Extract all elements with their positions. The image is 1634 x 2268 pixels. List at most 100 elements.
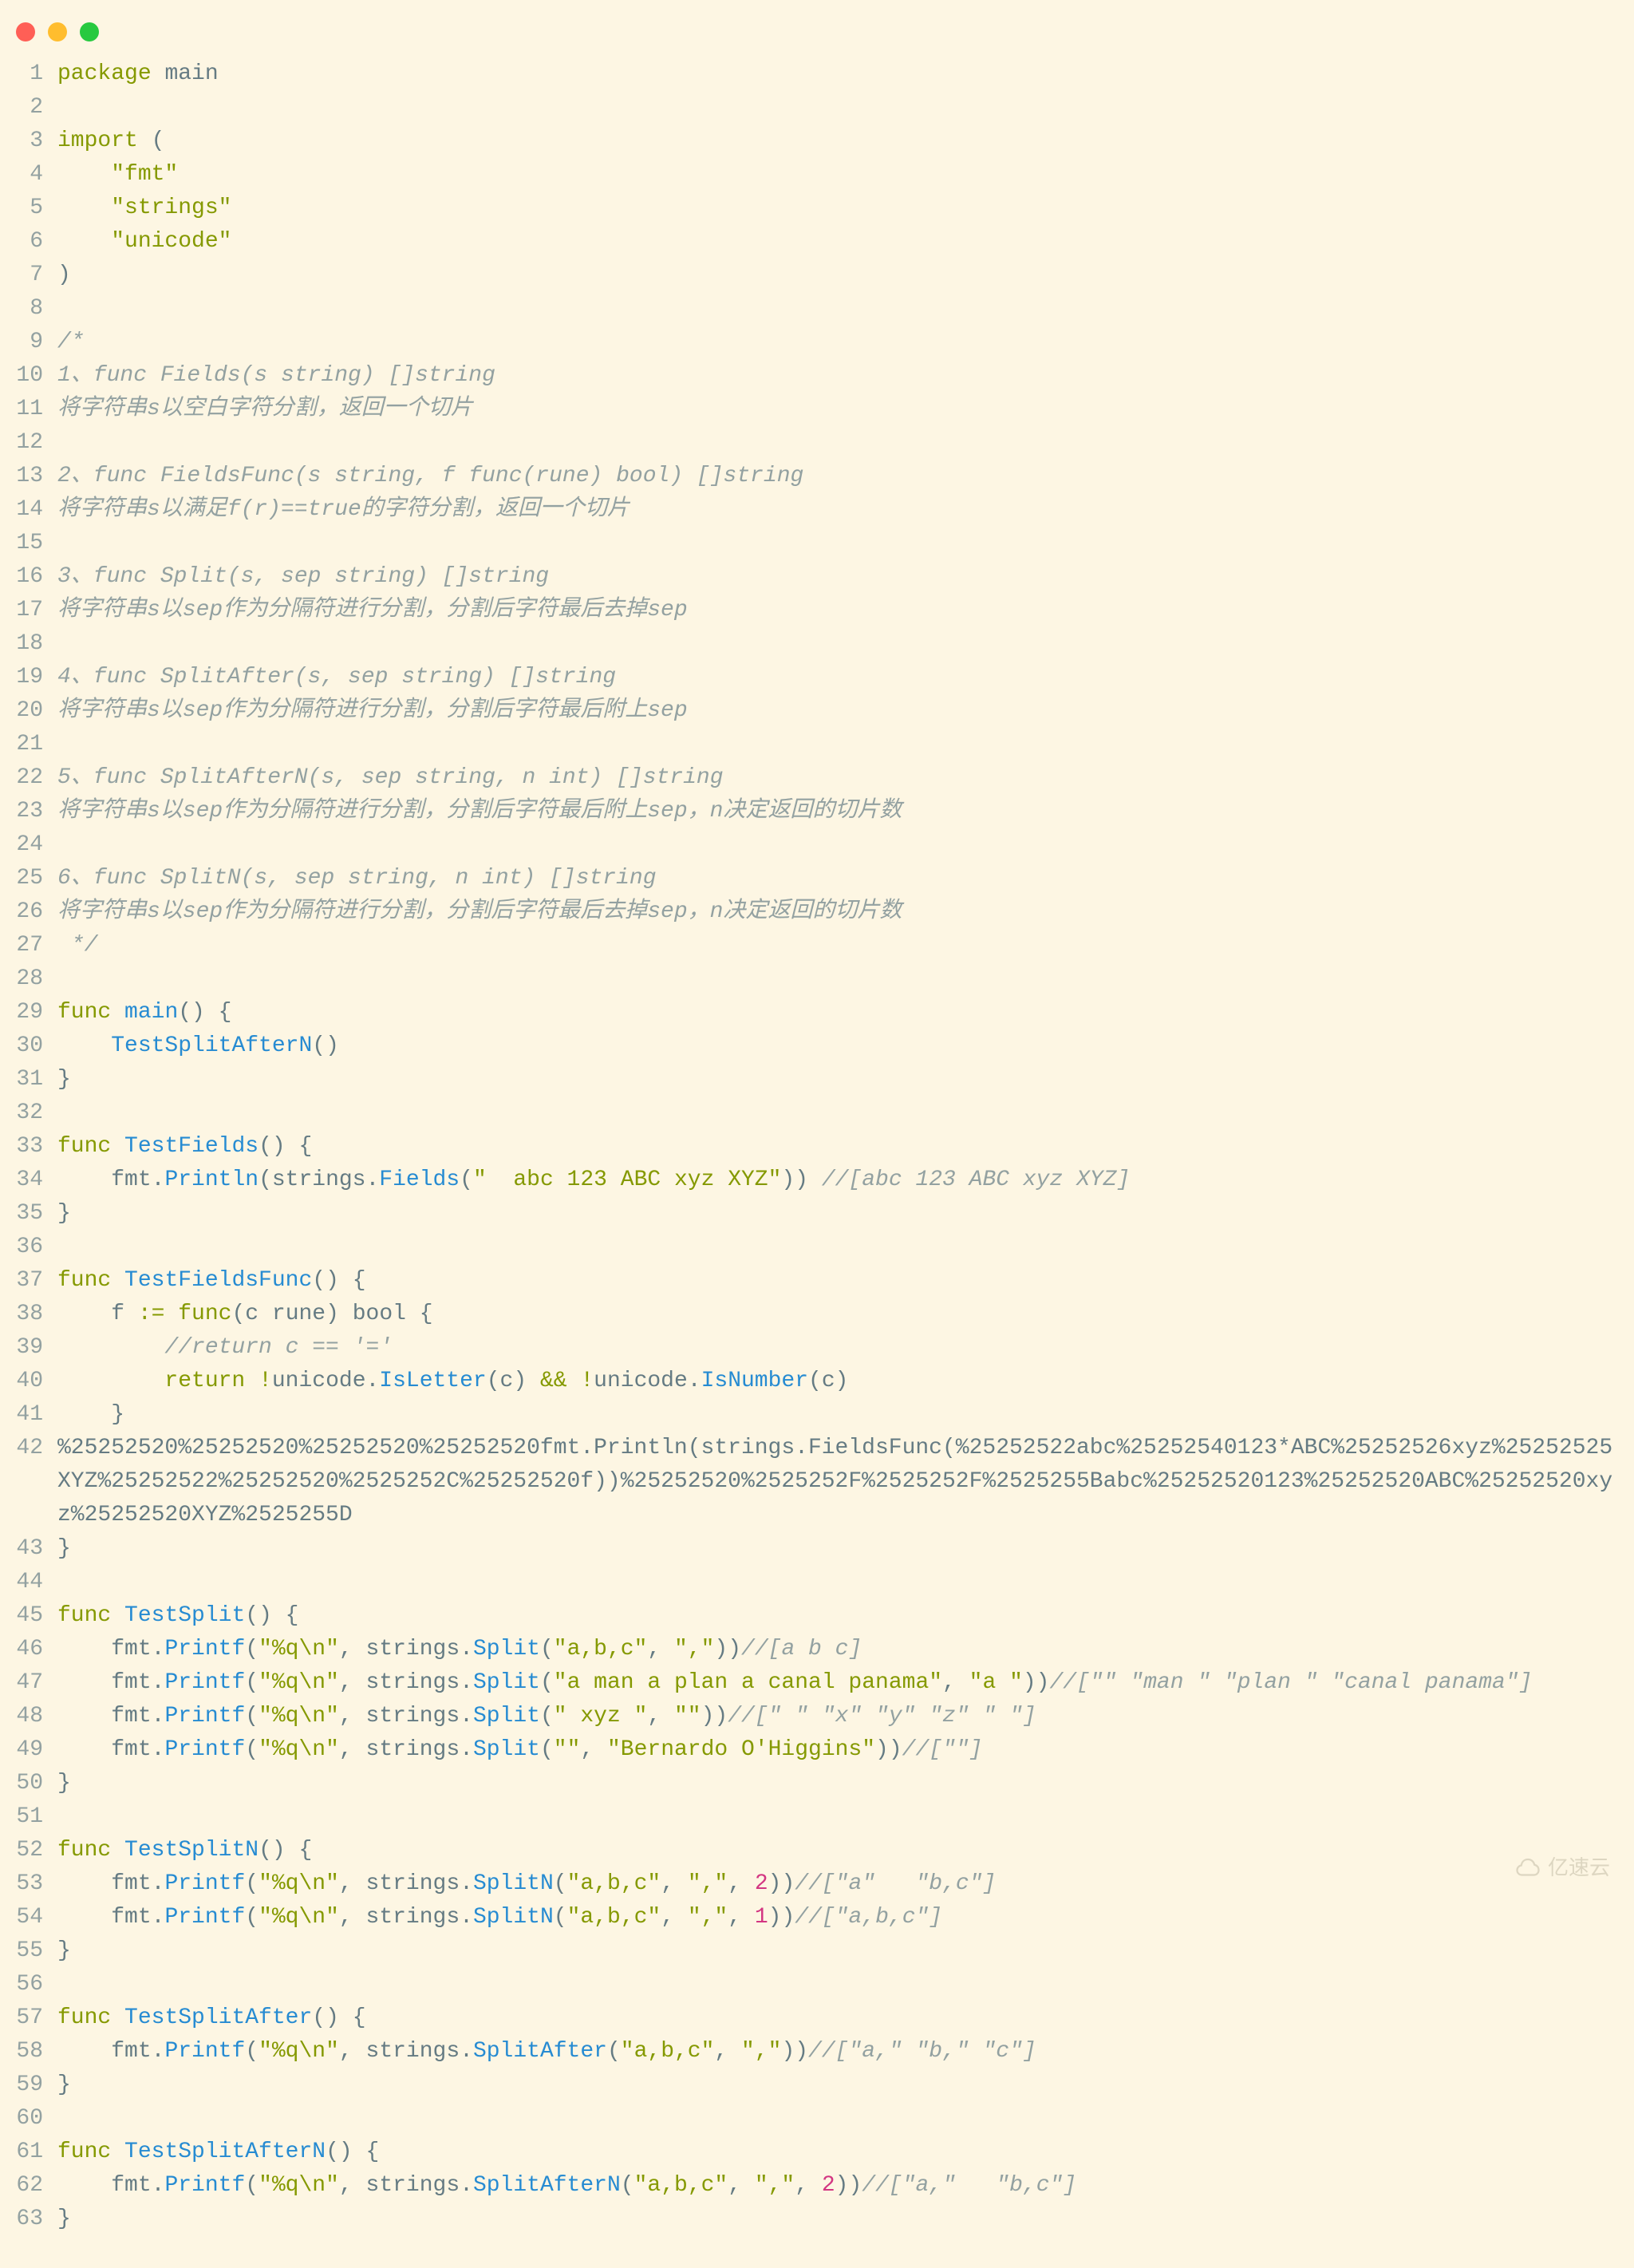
- code-line[interactable]: 54 fmt.Printf("%q\n", strings.SplitN("a,…: [8, 1901, 1634, 1934]
- code-line[interactable]: 58 fmt.Printf("%q\n", strings.SplitAfter…: [8, 2035, 1634, 2068]
- code-line[interactable]: 62 fmt.Printf("%q\n", strings.SplitAfter…: [8, 2169, 1634, 2203]
- code-line[interactable]: 35}: [8, 1197, 1634, 1231]
- code-content[interactable]: //return c == '=': [57, 1331, 1634, 1365]
- code-content[interactable]: fmt.Println(strings.Fields(" abc 123 ABC…: [57, 1164, 1634, 1197]
- code-line[interactable]: 26将字符串s以sep作为分隔符进行分割，分割后字符最后去掉sep，n决定返回的…: [8, 895, 1634, 929]
- code-line[interactable]: 30 TestSplitAfterN(): [8, 1029, 1634, 1063]
- close-icon[interactable]: [16, 22, 35, 41]
- code-content[interactable]: f := func(c rune) bool {: [57, 1298, 1634, 1331]
- code-editor[interactable]: 1package main23import (4 "fmt"5 "strings…: [0, 57, 1634, 2236]
- code-content[interactable]: /*: [57, 326, 1634, 359]
- code-line[interactable]: 53 fmt.Printf("%q\n", strings.SplitN("a,…: [8, 1867, 1634, 1901]
- code-line[interactable]: 52func TestSplitN() {: [8, 1834, 1634, 1867]
- code-line[interactable]: 12: [8, 426, 1634, 460]
- code-line[interactable]: 5 "strings": [8, 192, 1634, 225]
- code-line[interactable]: 3import (: [8, 124, 1634, 158]
- code-content[interactable]: fmt.Printf("%q\n", strings.SplitAfter("a…: [57, 2035, 1634, 2068]
- code-line[interactable]: 60: [8, 2102, 1634, 2136]
- code-content[interactable]: 将字符串s以sep作为分隔符进行分割，分割后字符最后去掉sep，n决定返回的切片…: [57, 895, 1634, 929]
- code-content[interactable]: 将字符串s以sep作为分隔符进行分割，分割后字符最后附上sep: [57, 694, 1634, 728]
- code-line[interactable]: 47 fmt.Printf("%q\n", strings.Split("a m…: [8, 1666, 1634, 1700]
- code-line[interactable]: 18: [8, 627, 1634, 661]
- code-line[interactable]: 1package main: [8, 57, 1634, 91]
- code-line[interactable]: 4 "fmt": [8, 158, 1634, 192]
- code-line[interactable]: 11将字符串s以空白字符分割，返回一个切片: [8, 393, 1634, 426]
- code-line[interactable]: 24: [8, 828, 1634, 862]
- code-content[interactable]: fmt.Printf("%q\n", strings.Split(" xyz "…: [57, 1700, 1634, 1733]
- code-line[interactable]: 28: [8, 962, 1634, 996]
- code-content[interactable]: ): [57, 259, 1634, 292]
- code-line[interactable]: 27 */: [8, 929, 1634, 962]
- code-content[interactable]: import (: [57, 124, 1634, 158]
- code-content[interactable]: 将字符串s以满足f(r)==true的字符分割，返回一个切片: [57, 493, 1634, 527]
- code-line[interactable]: 36: [8, 1231, 1634, 1264]
- code-content[interactable]: fmt.Printf("%q\n", strings.Split("a man …: [57, 1666, 1634, 1700]
- code-content[interactable]: }: [57, 1934, 1634, 1968]
- code-content[interactable]: "fmt": [57, 158, 1634, 192]
- code-content[interactable]: func main() {: [57, 996, 1634, 1029]
- code-line[interactable]: 45func TestSplit() {: [8, 1599, 1634, 1633]
- code-line[interactable]: 51: [8, 1800, 1634, 1834]
- code-content[interactable]: 4、func SplitAfter(s, sep string) []strin…: [57, 661, 1634, 694]
- code-content[interactable]: fmt.Printf("%q\n", strings.SplitN("a,b,c…: [57, 1901, 1634, 1934]
- code-line[interactable]: 31}: [8, 1063, 1634, 1096]
- code-content[interactable]: }: [57, 2203, 1634, 2236]
- code-content[interactable]: "strings": [57, 192, 1634, 225]
- code-line[interactable]: 55}: [8, 1934, 1634, 1968]
- code-line[interactable]: 44: [8, 1566, 1634, 1599]
- code-line[interactable]: 50}: [8, 1767, 1634, 1800]
- code-content[interactable]: fmt.Printf("%q\n", strings.SplitN("a,b,c…: [57, 1867, 1634, 1901]
- code-content[interactable]: }: [57, 1197, 1634, 1231]
- code-line[interactable]: 41 }: [8, 1398, 1634, 1432]
- code-line[interactable]: 49 fmt.Printf("%q\n", strings.Split("", …: [8, 1733, 1634, 1767]
- code-line[interactable]: 61func TestSplitAfterN() {: [8, 2136, 1634, 2169]
- code-content[interactable]: func TestSplit() {: [57, 1599, 1634, 1633]
- code-content[interactable]: 将字符串s以sep作为分隔符进行分割，分割后字符最后去掉sep: [57, 594, 1634, 627]
- code-content[interactable]: 将字符串s以sep作为分隔符进行分割，分割后字符最后附上sep，n决定返回的切片…: [57, 795, 1634, 828]
- code-line[interactable]: 7): [8, 259, 1634, 292]
- code-content[interactable]: fmt.Printf("%q\n", strings.Split("", "Be…: [57, 1733, 1634, 1767]
- code-content[interactable]: %25252520%25252520%25252520%25252520fmt.…: [57, 1432, 1634, 1532]
- code-line[interactable]: 132、func FieldsFunc(s string, f func(run…: [8, 460, 1634, 493]
- code-line[interactable]: 46 fmt.Printf("%q\n", strings.Split("a,b…: [8, 1633, 1634, 1666]
- code-line[interactable]: 37func TestFieldsFunc() {: [8, 1264, 1634, 1298]
- code-line[interactable]: 38 f := func(c rune) bool {: [8, 1298, 1634, 1331]
- code-content[interactable]: func TestSplitAfterN() {: [57, 2136, 1634, 2169]
- code-line[interactable]: 8: [8, 292, 1634, 326]
- code-line[interactable]: 63}: [8, 2203, 1634, 2236]
- code-line[interactable]: 9/*: [8, 326, 1634, 359]
- code-line[interactable]: 42%25252520%25252520%25252520%25252520fm…: [8, 1432, 1634, 1532]
- code-line[interactable]: 43}: [8, 1532, 1634, 1566]
- minimize-icon[interactable]: [48, 22, 67, 41]
- code-line[interactable]: 29func main() {: [8, 996, 1634, 1029]
- code-content[interactable]: }: [57, 2068, 1634, 2102]
- code-line[interactable]: 194、func SplitAfter(s, sep string) []str…: [8, 661, 1634, 694]
- zoom-icon[interactable]: [80, 22, 99, 41]
- code-line[interactable]: 56: [8, 1968, 1634, 2001]
- code-line[interactable]: 256、func SplitN(s, sep string, n int) []…: [8, 862, 1634, 895]
- code-line[interactable]: 15: [8, 527, 1634, 560]
- code-content[interactable]: package main: [57, 57, 1634, 91]
- code-line[interactable]: 163、func Split(s, sep string) []string: [8, 560, 1634, 594]
- code-content[interactable]: */: [57, 929, 1634, 962]
- code-line[interactable]: 101、func Fields(s string) []string: [8, 359, 1634, 393]
- code-content[interactable]: }: [57, 1398, 1634, 1432]
- code-line[interactable]: 40 return !unicode.IsLetter(c) && !unico…: [8, 1365, 1634, 1398]
- code-line[interactable]: 59}: [8, 2068, 1634, 2102]
- code-line[interactable]: 32: [8, 1096, 1634, 1130]
- code-content[interactable]: 2、func FieldsFunc(s string, f func(rune)…: [57, 460, 1634, 493]
- code-line[interactable]: 2: [8, 91, 1634, 124]
- code-content[interactable]: }: [57, 1532, 1634, 1566]
- code-content[interactable]: fmt.Printf("%q\n", strings.SplitAfterN("…: [57, 2169, 1634, 2203]
- code-line[interactable]: 14将字符串s以满足f(r)==true的字符分割，返回一个切片: [8, 493, 1634, 527]
- code-line[interactable]: 17将字符串s以sep作为分隔符进行分割，分割后字符最后去掉sep: [8, 594, 1634, 627]
- code-line[interactable]: 225、func SplitAfterN(s, sep string, n in…: [8, 761, 1634, 795]
- code-content[interactable]: TestSplitAfterN(): [57, 1029, 1634, 1063]
- code-content[interactable]: 将字符串s以空白字符分割，返回一个切片: [57, 393, 1634, 426]
- code-content[interactable]: "unicode": [57, 225, 1634, 259]
- code-content[interactable]: 3、func Split(s, sep string) []string: [57, 560, 1634, 594]
- code-line[interactable]: 48 fmt.Printf("%q\n", strings.Split(" xy…: [8, 1700, 1634, 1733]
- code-line[interactable]: 23将字符串s以sep作为分隔符进行分割，分割后字符最后附上sep，n决定返回的…: [8, 795, 1634, 828]
- code-line[interactable]: 33func TestFields() {: [8, 1130, 1634, 1164]
- code-content[interactable]: func TestSplitN() {: [57, 1834, 1634, 1867]
